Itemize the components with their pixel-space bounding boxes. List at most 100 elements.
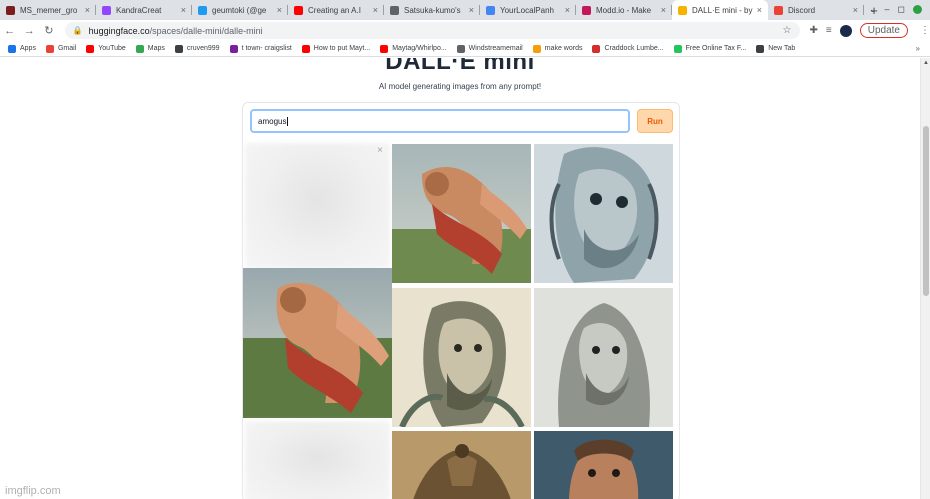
bookmark-label: cruven999 [186, 45, 220, 52]
bookmarks-bar: Apps Gmail YouTube Maps cruven999 t town- cra… [0, 41, 930, 57]
watermark: imgflip.com [5, 485, 61, 497]
gallery-image-hooded-sketch[interactable] [534, 288, 673, 427]
tab-separator [863, 5, 864, 15]
tab-close-icon[interactable]: × [853, 5, 858, 15]
close-window-icon[interactable] [913, 5, 922, 14]
back-button[interactable]: ← [0, 25, 20, 37]
bookmark-label: Maytag/Whirlpo... [392, 45, 447, 52]
tab-favicon-icon [390, 5, 399, 15]
bookmark-item[interactable]: Free Online Tax F... [673, 44, 747, 53]
gallery-image-portrait-man[interactable] [534, 431, 673, 499]
bookmark-label: make words [544, 45, 583, 52]
browser-tab[interactable]: KandraCreat × [96, 0, 192, 20]
scrollbar-thumb[interactable] [923, 126, 929, 296]
tab-close-icon[interactable]: × [373, 5, 378, 15]
browser-tab[interactable]: YourLocalPanh × [480, 0, 576, 20]
bookmark-item[interactable]: Apps [8, 44, 36, 53]
bookmark-item[interactable]: Windstreamemail [456, 44, 523, 53]
bookmark-item[interactable]: make words [532, 44, 583, 53]
browser-tab[interactable]: Modd.io - Make × [576, 0, 672, 20]
tab-title: Satsuka-kumo's [404, 5, 461, 15]
bookmark-favicon-icon [229, 44, 238, 53]
forward-button[interactable]: → [20, 25, 40, 37]
chevron-down-icon[interactable]: ⌄ [869, 4, 877, 15]
url-host: huggingface.co [88, 25, 150, 36]
gallery-image-reclining-figure-large[interactable] [243, 268, 392, 418]
tab-title: KandraCreat [116, 5, 162, 15]
kebab-menu-icon[interactable]: ⋮ [920, 25, 930, 36]
maximize-icon[interactable]: ◻ [898, 4, 905, 15]
gallery-image-placeholder[interactable] [245, 421, 390, 499]
bookmark-label: Maps [147, 45, 165, 52]
window-controls: ⌄ – ◻ [869, 4, 922, 15]
bookmark-favicon-icon [135, 44, 144, 53]
lock-icon[interactable]: 🔒 [73, 26, 83, 35]
minimize-icon[interactable]: – [885, 4, 890, 15]
bookmark-label: New Tab [768, 45, 796, 52]
update-button[interactable]: Update [859, 23, 908, 38]
bookmark-item[interactable]: Maps [135, 44, 165, 53]
url-path: /spaces/dalle-mini/dalle-mini [149, 25, 263, 36]
more-bookmarks-icon[interactable]: » [916, 44, 920, 53]
reload-button[interactable]: ↻ [39, 24, 59, 37]
bookmark-favicon-icon [592, 44, 601, 53]
tab-close-icon[interactable]: × [661, 5, 666, 15]
tab-favicon-icon [582, 5, 591, 15]
bookmark-favicon-icon [380, 44, 389, 53]
page-scrollbar[interactable]: ▲ [920, 58, 930, 499]
gallery-image-placeholder[interactable] [245, 143, 390, 269]
browser-tab[interactable]: Discord × [768, 0, 864, 20]
browser-tab[interactable]: geumtoki (@ge × [192, 0, 288, 20]
tab-close-icon[interactable]: × [757, 5, 762, 15]
bookmark-item[interactable]: Gmail [45, 44, 76, 53]
bookmark-favicon-icon [86, 44, 95, 53]
gallery-image-ship-engraving[interactable] [392, 431, 531, 499]
app-card: amogus Run × [242, 102, 680, 499]
run-button[interactable]: Run [637, 109, 673, 133]
tab-close-icon[interactable]: × [85, 5, 90, 15]
tab-close-icon[interactable]: × [469, 5, 474, 15]
bookmark-item[interactable]: New Tab [756, 44, 796, 53]
tab-favicon-icon [486, 5, 495, 15]
bookmark-item[interactable]: How to put Mayt... [301, 44, 371, 53]
bookmark-item[interactable]: t town- craigslist [229, 44, 292, 53]
tab-title: MS_memer_gro [20, 5, 78, 15]
reading-list-icon[interactable]: ≡ [826, 25, 832, 36]
bookmark-label: t town- craigslist [241, 45, 292, 52]
bookmark-list: Apps Gmail YouTube Maps cruven999 t town- cra… [8, 44, 796, 53]
tab-close-icon[interactable]: × [565, 5, 570, 15]
browser-tab[interactable]: Satsuka-kumo's × [384, 0, 480, 20]
bookmark-favicon-icon [673, 44, 682, 53]
bookmark-item[interactable]: Maytag/Whirlpo... [380, 44, 447, 53]
bookmark-label: YouTube [98, 45, 126, 52]
profile-avatar[interactable] [839, 24, 852, 37]
bookmark-item[interactable]: cruven999 [174, 44, 220, 53]
browser-tab[interactable]: MS_memer_gro × [0, 0, 96, 20]
extensions-icon[interactable]: ✚ [810, 25, 818, 36]
close-icon[interactable]: × [377, 145, 383, 156]
tab-strip: MS_memer_gro × KandraCreat × geumtoki (@ge × C… [0, 0, 930, 20]
tab-favicon-icon [678, 5, 687, 15]
prompt-text: amogus [258, 117, 287, 126]
gallery-image-bearded-sketch[interactable] [392, 288, 531, 427]
tab-title: Creating an A.I [308, 5, 361, 15]
bookmark-item[interactable]: Craddock Lumbe... [592, 44, 664, 53]
gallery-image-bearded-sculpture[interactable] [534, 144, 673, 283]
bookmark-star-icon[interactable]: ☆ [783, 25, 792, 36]
scroll-up-arrow-icon[interactable]: ▲ [923, 60, 929, 66]
gallery-image-reclining-figure[interactable] [392, 144, 531, 283]
tab-close-icon[interactable]: × [277, 5, 282, 15]
page-subtitle: AI model generating images from any prom… [378, 82, 542, 91]
bookmark-label: Free Online Tax F... [685, 45, 747, 52]
tab-favicon-icon [198, 5, 207, 15]
tab-title: Discord [788, 5, 816, 15]
address-bar[interactable]: 🔒 huggingface.co/spaces/dalle-mini/dalle… [64, 22, 800, 39]
page-content: DALL·E mini AI model generating images f… [0, 58, 930, 499]
prompt-input[interactable]: amogus [250, 109, 630, 133]
tab-close-icon[interactable]: × [181, 5, 186, 15]
tab-list: MS_memer_gro × KandraCreat × geumtoki (@ge × C… [0, 0, 864, 20]
browser-tab[interactable]: Creating an A.I × [288, 0, 384, 20]
bookmark-label: How to put Mayt... [313, 45, 371, 52]
browser-tab[interactable]: DALL·E mini - by × [672, 0, 768, 20]
bookmark-item[interactable]: YouTube [86, 44, 126, 53]
